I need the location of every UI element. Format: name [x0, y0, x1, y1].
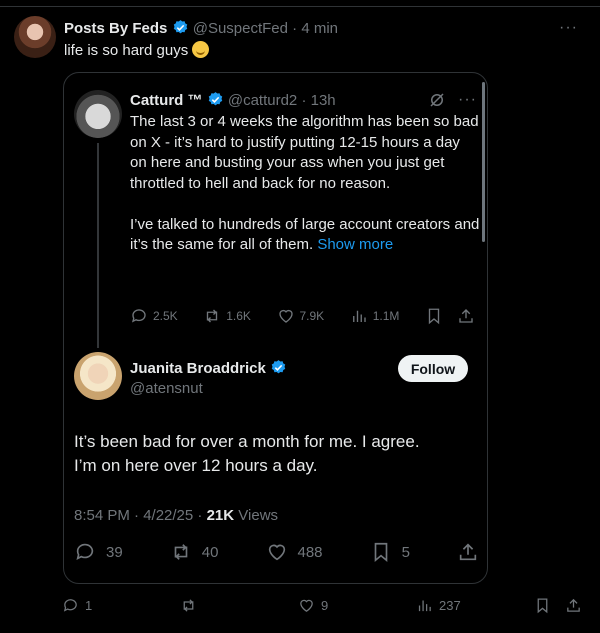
quote-author-handle[interactable]: @catturd2 [228, 92, 297, 109]
post-time[interactable]: · 4 min [292, 20, 338, 37]
reply-share-button[interactable] [457, 541, 479, 563]
follow-button[interactable]: Follow [398, 355, 468, 382]
post-like-button[interactable]: 9 [298, 597, 416, 614]
heart-icon [268, 544, 285, 561]
author-avatar[interactable] [14, 16, 56, 58]
bookmark-icon[interactable] [425, 307, 443, 325]
quote-author-avatar[interactable] [74, 90, 122, 138]
reply-reply-button[interactable]: 39 [74, 541, 123, 563]
quote-header-icons: ··· [428, 91, 477, 109]
share-icon[interactable] [565, 597, 582, 614]
heart-icon [278, 309, 293, 323]
reply-repost-button[interactable]: 40 [170, 541, 218, 563]
share-icon [459, 543, 477, 561]
verified-badge-icon [270, 359, 287, 376]
top-divider [0, 6, 600, 7]
repost-icon [183, 599, 194, 612]
reply-bookmark-button[interactable]: 5 [370, 541, 410, 563]
more-options-icon[interactable]: ··· [559, 19, 578, 37]
verified-badge-icon [207, 91, 224, 108]
reply-author-avatar[interactable] [74, 352, 122, 400]
share-icon[interactable] [457, 307, 475, 325]
reply-views-count: 21K [206, 507, 235, 524]
post-views-button[interactable]: 237 [416, 597, 534, 614]
reply-like-button[interactable]: 488 [266, 541, 323, 563]
post-header: Posts By Feds @SuspectFed · 4 min [64, 19, 338, 37]
bookmark-icon [374, 542, 387, 563]
reply-action-bar: 39 40 488 5 [74, 541, 479, 563]
post-action-bar: 1 9 237 [62, 597, 584, 614]
quote-like-button[interactable]: 7.9K [277, 307, 324, 325]
quote-actions-right [425, 307, 475, 325]
quote-more-options-icon[interactable]: ··· [458, 91, 477, 109]
post-actions-right [534, 597, 582, 614]
post-reply-button[interactable]: 1 [62, 597, 180, 614]
reply-text: It’s been bad for over a month for me. I… [74, 430, 474, 478]
verified-badge-icon [172, 19, 189, 36]
reply-timestamp[interactable]: 8:54 PM · 4/22/25 · [74, 507, 202, 524]
reply-author-name-row: Juanita Broaddrick [130, 359, 287, 377]
reply-icon [63, 599, 77, 612]
grok-icon[interactable] [428, 91, 446, 109]
reply-text-line-2: I’m on here over 12 hours a day. [74, 456, 318, 475]
reply-meta: 8:54 PM · 4/22/25 · 21K Views [74, 507, 278, 524]
quote-time[interactable]: · 13h [301, 92, 335, 109]
reply-text-line-1: It’s been bad for over a month for me. I… [74, 432, 420, 451]
views-chart-icon [418, 600, 431, 612]
quote-views-button[interactable]: 1.1M [350, 307, 399, 325]
repost-icon [174, 544, 188, 560]
quote-body: The last 3 or 4 weeks the algorithm has … [130, 112, 480, 256]
reply-icon [131, 309, 146, 323]
quote-reply-button[interactable]: 2.5K [130, 307, 178, 325]
post-repost-button[interactable] [180, 597, 298, 614]
bookmark-icon[interactable] [534, 597, 551, 614]
reply-views-label: Views [238, 507, 279, 524]
thread-connector-line [97, 143, 99, 348]
quote-stats-bar: 2.5K 1.6K 7.9K 1.1M [130, 307, 475, 325]
reply-author-handle[interactable]: @atensnut [130, 380, 203, 397]
reply-author-name[interactable]: Juanita Broaddrick [130, 360, 266, 377]
heart-icon [300, 599, 313, 612]
views-chart-icon [352, 310, 366, 322]
quote-paragraph-2: I’ve talked to hundreds of large account… [130, 215, 480, 254]
quote-header: Catturd ™ @catturd2 · 13h [130, 91, 336, 109]
author-handle[interactable]: @SuspectFed [193, 20, 288, 37]
reply-icon [76, 543, 94, 560]
quote-paragraph-1: The last 3 or 4 weeks the algorithm has … [130, 113, 479, 192]
quote-repost-button[interactable]: 1.6K [203, 307, 251, 325]
post-text: life is so hard guys [64, 41, 210, 59]
show-more-link[interactable]: Show more [317, 236, 393, 253]
quote-author-name[interactable]: Catturd ™ [130, 92, 203, 109]
repost-icon [207, 309, 218, 323]
pensive-face-icon [192, 41, 210, 58]
author-name[interactable]: Posts By Feds [64, 20, 167, 37]
card-scrollbar[interactable] [482, 82, 485, 242]
